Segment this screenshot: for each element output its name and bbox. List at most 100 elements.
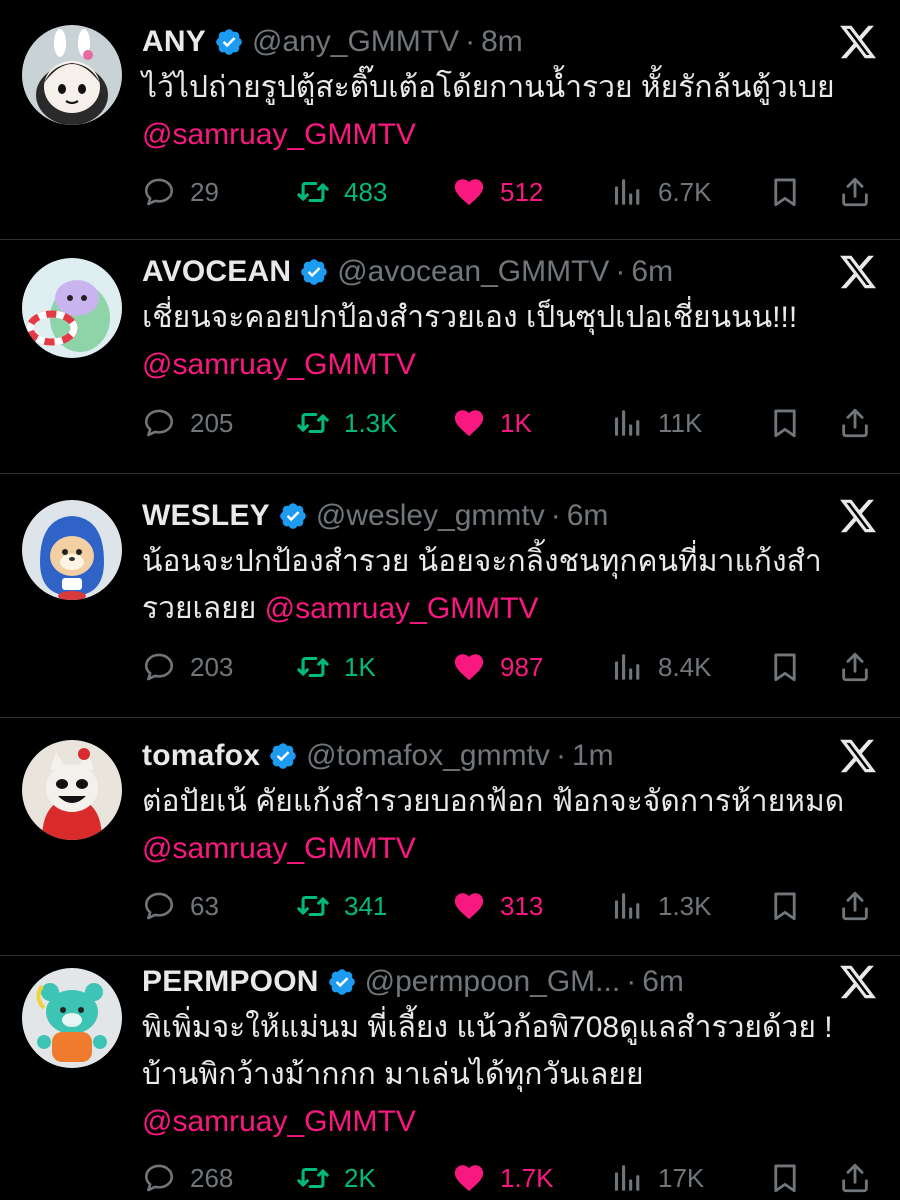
x-logo-icon <box>838 736 878 776</box>
avatar[interactable] <box>22 258 122 358</box>
like-button[interactable]: 1.7K <box>452 1158 554 1198</box>
x-logo-icon <box>838 22 878 62</box>
separator-dot: · <box>555 739 566 772</box>
bookmark-button[interactable] <box>768 1158 802 1198</box>
tweet-text: พิเพิ่มจะให้แม่นม พี่เลี้ยง แน้วก้อพิ708… <box>142 1004 862 1145</box>
share-button[interactable] <box>838 1158 872 1198</box>
mention-link[interactable]: @samruay_GMMTV <box>142 1105 416 1138</box>
views-button[interactable]: 1.3K <box>610 886 712 926</box>
reply-button[interactable]: 203 <box>142 647 233 687</box>
like-button[interactable]: 512 <box>452 172 543 212</box>
views-button[interactable]: 11K <box>610 403 702 443</box>
user-handle[interactable]: @any_GMMTV <box>252 25 459 59</box>
reply-button[interactable]: 29 <box>142 172 219 212</box>
repost-icon <box>296 175 330 209</box>
share-button[interactable] <box>838 403 872 443</box>
tweet-feed: ANY @any_GMMTV · 8m ไว้ไปถ่ายรูปตู้สะติ๊… <box>0 0 900 1200</box>
display-name[interactable]: ANY <box>142 25 206 59</box>
avatar[interactable] <box>22 740 122 840</box>
mention-link[interactable]: @samruay_GMMTV <box>265 592 539 625</box>
bookmark-icon <box>768 1161 802 1195</box>
reply-button[interactable]: 268 <box>142 1158 233 1198</box>
user-handle[interactable]: @tomafox_gmmtv <box>306 739 550 773</box>
mention-link[interactable]: @samruay_GMMTV <box>142 118 416 151</box>
repost-count: 1.3K <box>344 407 398 438</box>
repost-button[interactable]: 1K <box>296 647 376 687</box>
repost-icon <box>296 650 330 684</box>
tweet-text-content: ต่อปัยเน้ คัยแก้งสำรวยบอกฟ้อก ฟ้อกจะจัดก… <box>142 785 845 818</box>
display-name[interactable]: tomafox <box>142 739 260 773</box>
repost-button[interactable]: 483 <box>296 172 387 212</box>
tweet-actions: 268 2K 1.7K 17K <box>142 1158 880 1198</box>
reply-count: 29 <box>190 176 219 207</box>
tweet-card[interactable]: WESLEY @wesley_gmmtv · 6m น้อนจะปกป้องสำ… <box>0 474 900 718</box>
avatar[interactable] <box>22 25 122 125</box>
repost-icon <box>296 889 330 923</box>
repost-button[interactable]: 341 <box>296 886 387 926</box>
tweet-actions: 205 1.3K 1K 11K <box>142 403 880 443</box>
share-icon <box>838 650 872 684</box>
x-logo-icon <box>838 962 878 1002</box>
share-icon <box>838 406 872 440</box>
share-button[interactable] <box>838 172 872 212</box>
timestamp[interactable]: 1m <box>572 739 614 773</box>
views-icon <box>610 889 644 923</box>
verified-badge-icon <box>299 257 329 287</box>
user-handle[interactable]: @permpoon_GM... <box>365 965 621 999</box>
view-count: 1.3K <box>658 890 712 921</box>
reply-icon <box>142 1161 176 1195</box>
mention-link[interactable]: @samruay_GMMTV <box>142 348 416 381</box>
reply-button[interactable]: 63 <box>142 886 219 926</box>
tweet-text-content: ไว้ไปถ่ายรูปตู้สะติ๊บเต้อโด้ยกานน้ำรวย ห… <box>142 71 835 104</box>
user-handle[interactable]: @wesley_gmmtv <box>316 499 545 533</box>
heart-icon <box>452 1161 486 1195</box>
avatar[interactable] <box>22 968 122 1068</box>
share-icon <box>838 889 872 923</box>
timestamp[interactable]: 6m <box>567 499 609 533</box>
reply-count: 203 <box>190 651 234 682</box>
tweet-card[interactable]: AVOCEAN @avocean_GMMTV · 6m เชี่ยนจะคอยป… <box>0 240 900 474</box>
timestamp[interactable]: 6m <box>642 965 684 999</box>
verified-badge-icon <box>268 741 298 771</box>
share-button[interactable] <box>838 647 872 687</box>
bookmark-button[interactable] <box>768 647 802 687</box>
reply-button[interactable]: 205 <box>142 403 233 443</box>
mention-link[interactable]: @samruay_GMMTV <box>142 832 416 865</box>
tweet-text: เชี่ยนจะคอยปกป้องสำรวยเอง เป็นซุปเปอเชี่… <box>142 294 862 388</box>
tweet-card[interactable]: tomafox @tomafox_gmmtv · 1m ต่อปัยเน้ คั… <box>0 718 900 956</box>
reply-count: 63 <box>190 890 219 921</box>
bookmark-button[interactable] <box>768 172 802 212</box>
views-button[interactable]: 6.7K <box>610 172 712 212</box>
bookmark-button[interactable] <box>768 403 802 443</box>
reply-icon <box>142 889 176 923</box>
display-name[interactable]: PERMPOON <box>142 965 319 999</box>
views-icon <box>610 650 644 684</box>
reply-icon <box>142 406 176 440</box>
bookmark-button[interactable] <box>768 886 802 926</box>
tweet-card[interactable]: ANY @any_GMMTV · 8m ไว้ไปถ่ายรูปตู้สะติ๊… <box>0 0 900 240</box>
views-button[interactable]: 8.4K <box>610 647 712 687</box>
reply-count: 205 <box>190 407 234 438</box>
timestamp[interactable]: 8m <box>481 25 523 59</box>
like-button[interactable]: 313 <box>452 886 543 926</box>
display-name[interactable]: AVOCEAN <box>142 255 291 289</box>
timestamp[interactable]: 6m <box>631 255 673 289</box>
reply-icon <box>142 650 176 684</box>
avatar[interactable] <box>22 500 122 600</box>
display-name[interactable]: WESLEY <box>142 499 270 533</box>
user-handle[interactable]: @avocean_GMMTV <box>337 255 609 289</box>
repost-button[interactable]: 1.3K <box>296 403 398 443</box>
like-count: 313 <box>500 890 544 921</box>
x-logo-icon <box>838 252 878 292</box>
views-button[interactable]: 17K <box>610 1158 704 1198</box>
share-button[interactable] <box>838 886 872 926</box>
verified-badge-icon <box>214 27 244 57</box>
repost-button[interactable]: 2K <box>296 1158 376 1198</box>
like-button[interactable]: 1K <box>452 403 532 443</box>
tweet-actions: 203 1K 987 8.4K <box>142 647 880 687</box>
repost-icon <box>296 1161 330 1195</box>
like-button[interactable]: 987 <box>452 647 543 687</box>
repost-count: 2K <box>344 1162 376 1193</box>
tweet-card[interactable]: PERMPOON @permpoon_GM... · 6m พิเพิ่มจะใ… <box>0 956 900 1200</box>
repost-count: 1K <box>344 651 376 682</box>
